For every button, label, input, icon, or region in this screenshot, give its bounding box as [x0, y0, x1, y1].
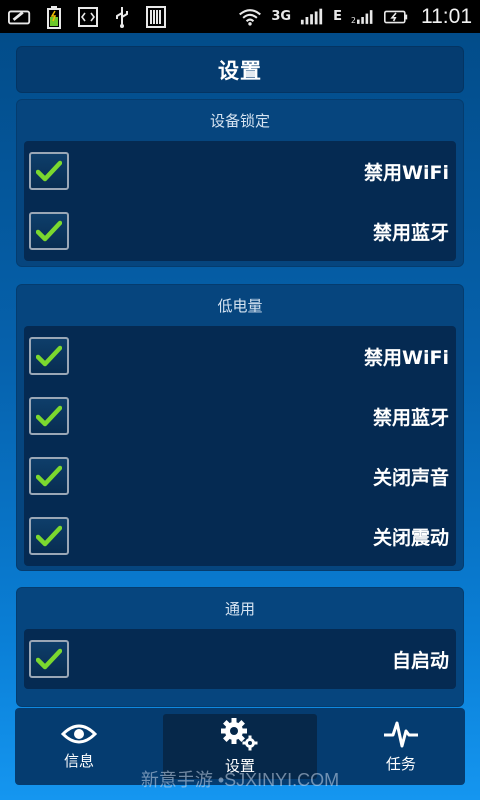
checkbox[interactable] [29, 212, 69, 250]
signal-icon [300, 6, 324, 28]
settings-list: 禁用WiFi 禁用蓝牙 关闭声音 关闭震动 [24, 326, 456, 566]
tab-settings[interactable]: 设置 [163, 714, 317, 779]
section-title: 通用 [224, 599, 255, 618]
check-icon [36, 405, 62, 427]
section-device-lock: 设备锁定 禁用WiFi 禁用蓝牙 [16, 99, 464, 267]
3g-indicator: 3G [271, 9, 292, 24]
check-icon [36, 220, 62, 242]
setting-label: 自启动 [391, 649, 449, 672]
tab-tasks[interactable]: 任务 [337, 708, 465, 785]
section-title: 设备锁定 [209, 111, 270, 130]
checkbox[interactable] [29, 640, 69, 678]
usb-icon [110, 6, 134, 28]
status-bar: 3G E 2 11:01 [0, 0, 480, 33]
bottom-nav: 信息 设置 任务 [15, 708, 465, 785]
battery-charging-icon [42, 5, 66, 29]
section-low-battery: 低电量 禁用WiFi 禁用蓝牙 关闭声音 关闭震动 [16, 284, 464, 571]
signal-icon: 2 [351, 6, 375, 28]
setting-row-disable-wifi[interactable]: 禁用WiFi [24, 326, 456, 386]
gears-icon [221, 718, 258, 751]
checkbox[interactable] [29, 397, 69, 435]
setting-row-disable-bluetooth[interactable]: 禁用蓝牙 [24, 386, 456, 446]
check-icon [36, 525, 62, 547]
pulse-icon [383, 721, 418, 748]
svg-text:2: 2 [351, 16, 356, 25]
eye-icon [61, 724, 98, 744]
code-icon [76, 6, 100, 28]
network-type: E [333, 9, 342, 24]
page-title: 设置 [218, 58, 262, 83]
tab-label: 任务 [385, 755, 416, 773]
check-icon [36, 345, 62, 367]
setting-label: 禁用WiFi [364, 346, 449, 369]
tab-label: 信息 [64, 752, 95, 770]
header: 设置 [16, 46, 464, 93]
setting-row-mute-sound[interactable]: 关闭声音 [24, 446, 456, 506]
checkbox[interactable] [29, 517, 69, 555]
setting-label: 禁用蓝牙 [372, 221, 449, 244]
setting-row-autostart[interactable]: 自启动 [24, 629, 456, 689]
checkbox[interactable] [29, 152, 69, 190]
checkbox[interactable] [29, 337, 69, 375]
settings-list: 自启动 [24, 629, 456, 689]
wifi-icon [238, 6, 262, 28]
tab-info[interactable]: 信息 [15, 708, 143, 785]
check-icon [36, 160, 62, 182]
tab-label: 设置 [224, 757, 255, 775]
settings-list: 禁用WiFi 禁用蓝牙 [24, 141, 456, 261]
setting-label: 关闭声音 [372, 466, 449, 489]
card-icon [8, 6, 32, 28]
setting-label: 禁用蓝牙 [372, 406, 449, 429]
battery-icon [384, 6, 408, 28]
setting-row-disable-bluetooth[interactable]: 禁用蓝牙 [24, 201, 456, 261]
section-general: 通用 自启动 [16, 587, 464, 707]
check-icon [36, 648, 62, 670]
status-time: 11:01 [421, 4, 472, 28]
setting-label: 禁用WiFi [364, 161, 449, 184]
setting-row-disable-wifi[interactable]: 禁用WiFi [24, 141, 456, 201]
setting-label: 关闭震动 [372, 526, 449, 549]
section-title: 低电量 [217, 296, 263, 315]
setting-row-disable-vibration[interactable]: 关闭震动 [24, 506, 456, 566]
checkbox[interactable] [29, 457, 69, 495]
barcode-icon [144, 5, 168, 28]
check-icon [36, 465, 62, 487]
